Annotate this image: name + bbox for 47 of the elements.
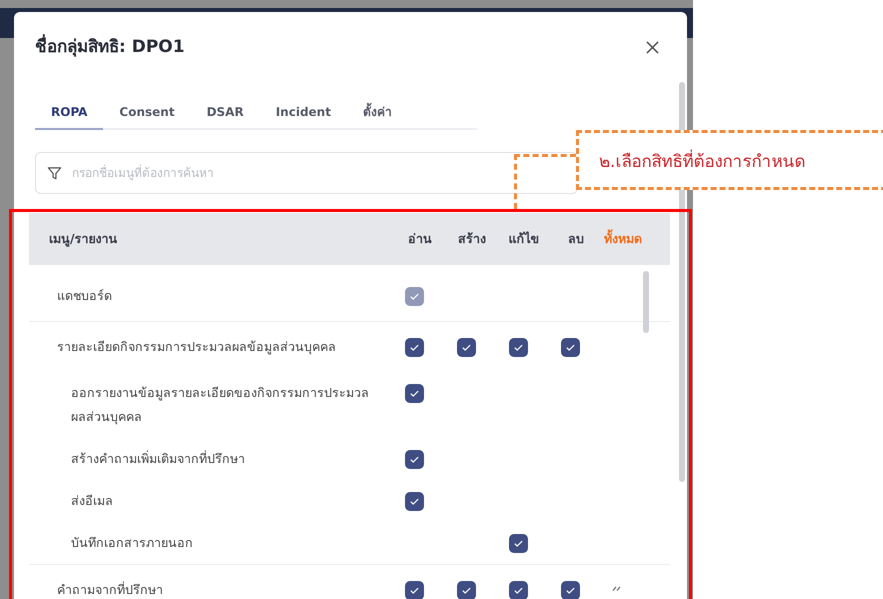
column-header: ลบ — [567, 230, 585, 248]
checkbox[interactable] — [404, 338, 424, 356]
menu-name: สร้างคำถามเพิ่มเติมจากที่ปรึกษา — [71, 449, 246, 468]
search-field[interactable]: กรอกชื่อเมนูที่ต้องการค้นหา — [35, 152, 578, 194]
check-icon — [512, 584, 524, 596]
tab[interactable]: ROPA — [35, 96, 104, 130]
menu-name: บันทึกเอกสารภายนอก — [71, 534, 194, 552]
column-header: อ่าน — [407, 230, 433, 248]
checkbox[interactable] — [404, 492, 424, 510]
checkbox[interactable] — [404, 384, 424, 402]
menu-name: คำถามจากที่ปรึกษา — [57, 580, 164, 599]
check-icon — [512, 342, 524, 352]
check-icon — [564, 584, 576, 596]
menu-name: ส่งอีเมล — [71, 492, 114, 510]
checkbox[interactable] — [560, 338, 580, 356]
column-header: สร้าง — [457, 230, 487, 248]
checkbox[interactable] — [508, 580, 528, 599]
check-icon — [408, 584, 420, 596]
tab[interactable]: Consent — [103, 96, 191, 130]
menu-name: แดชบอร์ด — [57, 287, 113, 305]
check-icon — [408, 454, 420, 464]
modal-title: ชื่อกลุ่มสิทธิ: DPO1 — [35, 32, 185, 62]
checkbox[interactable] — [508, 338, 528, 356]
check-icon — [460, 584, 472, 596]
column-header: แก้ไข — [508, 230, 540, 248]
check-icon — [460, 342, 472, 352]
checkbox[interactable] — [404, 580, 424, 599]
tab[interactable]: Incident — [260, 96, 347, 130]
close-icon[interactable] — [646, 40, 659, 54]
checkbox[interactable] — [456, 580, 476, 599]
menu-name: ออกรายงานข้อมูลรายละเอียดของกิจกรรมการประมวล ผลส่วนบุคคล — [71, 384, 370, 426]
check-icon — [408, 290, 420, 302]
checkbox[interactable] — [560, 580, 580, 599]
menu-name: รายละเอียดกิจกรรมการประมวลผลข้อมูลส่วนบุคคล — [57, 338, 337, 356]
checkbox[interactable] — [508, 534, 528, 552]
check-icon — [408, 388, 420, 398]
check-icon — [564, 342, 576, 352]
column-header: เมนู/รายงาน — [49, 230, 119, 249]
checkbox[interactable] — [404, 450, 424, 468]
check-icon — [408, 342, 420, 352]
check-icon — [512, 538, 524, 548]
scrollbar[interactable] — [643, 271, 649, 333]
check-icon — [408, 496, 420, 506]
tab[interactable]: ตั้งค่า — [346, 96, 408, 130]
annotation-tooltip: ๒.เลือกสิทธิที่ต้องการกำหนด — [576, 130, 883, 190]
tab[interactable]: DSAR — [190, 96, 260, 130]
checkbox[interactable] — [456, 338, 476, 356]
